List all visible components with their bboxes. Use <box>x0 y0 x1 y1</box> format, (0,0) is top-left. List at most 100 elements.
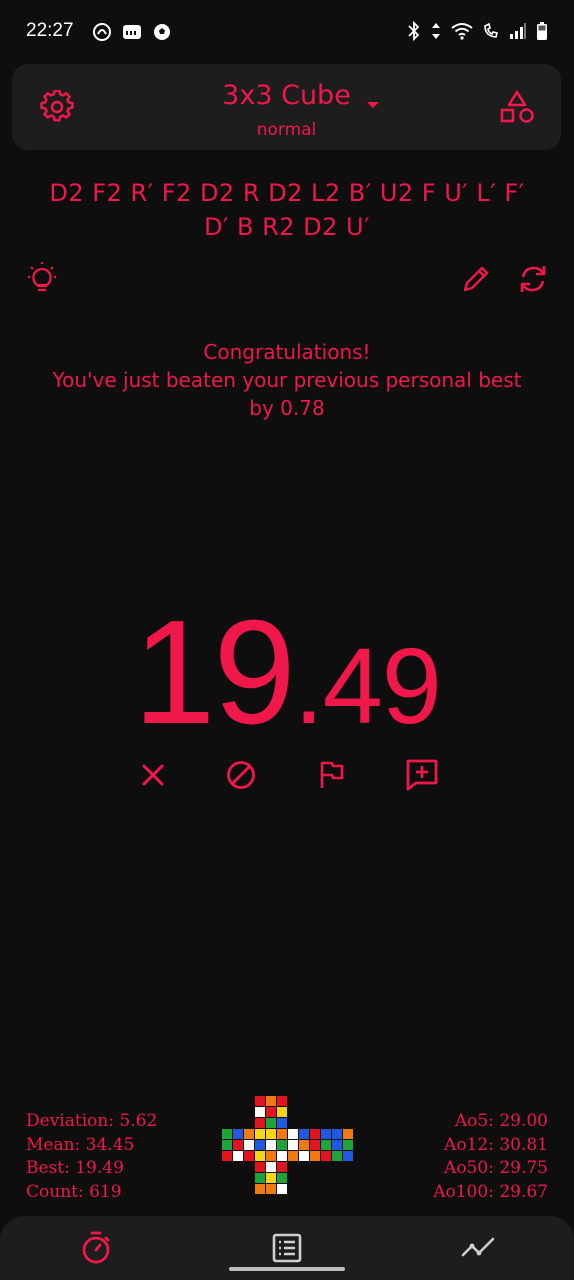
refresh-icon[interactable] <box>515 261 551 297</box>
cube-sticker-D-5 <box>277 1173 287 1183</box>
scramble-text[interactable]: D2 F2 R′ F2 D2 R D2 L2 B′ U2 F U′ L′ F′ … <box>20 176 554 244</box>
soccer-ball-icon <box>154 24 170 40</box>
cube-sticker-L-4 <box>233 1140 243 1150</box>
gesture-bar <box>229 1267 345 1271</box>
cube-sticker-U-8 <box>277 1118 287 1128</box>
cube-sticker-B-4 <box>332 1140 342 1150</box>
puzzle-category[interactable]: normal <box>12 120 561 140</box>
message-improvement: by 0.78 <box>249 396 325 420</box>
cube-sticker-D-0 <box>255 1162 265 1172</box>
wifi-calling-icon <box>484 22 498 38</box>
stat-mean: Mean: 34.45 <box>26 1134 135 1155</box>
cube-sticker-D-8 <box>277 1184 287 1194</box>
cube-sticker-U-1 <box>266 1096 276 1106</box>
cube-sticker-U-6 <box>255 1118 265 1128</box>
timer-icon[interactable] <box>78 1230 114 1266</box>
puzzle-title[interactable]: 3x3 Cube <box>12 80 561 111</box>
cube-sticker-R-5 <box>310 1140 320 1150</box>
add-comment-icon[interactable] <box>404 757 440 793</box>
cube-sticker-F-1 <box>266 1129 276 1139</box>
cube-sticker-B-6 <box>321 1151 331 1161</box>
scramble-line-2: D′ B R2 D2 U′ <box>203 213 371 241</box>
cube-sticker-L-8 <box>244 1151 254 1161</box>
scramble-cube-preview[interactable] <box>222 1096 354 1194</box>
solve-actions <box>0 756 574 796</box>
timer-display[interactable]: 19.49 <box>0 588 574 758</box>
cube-sticker-R-8 <box>310 1151 320 1161</box>
cube-sticker-D-6 <box>255 1184 265 1194</box>
stat-count: Count: 619 <box>26 1181 122 1202</box>
timer-fraction: .49 <box>293 625 442 746</box>
cube-sticker-F-4 <box>266 1140 276 1150</box>
chart-line-icon[interactable] <box>460 1230 496 1266</box>
status-bar: 22:27 <box>0 0 574 64</box>
shapes-icon[interactable] <box>498 89 536 125</box>
chevron-down-icon[interactable] <box>367 102 379 108</box>
stat-best: Best: 19.49 <box>26 1158 124 1178</box>
dnf-icon[interactable] <box>224 758 258 792</box>
message-title: Congratulations! <box>203 340 371 364</box>
session-stats[interactable]: Deviation: 5.62 Mean: 34.45 Best: 19.49 … <box>26 1110 157 1204</box>
cube-sticker-U-4 <box>266 1107 276 1117</box>
cube-sticker-F-7 <box>266 1151 276 1161</box>
cube-sticker-U-7 <box>266 1118 276 1128</box>
wifi-icon <box>451 23 473 40</box>
flag-icon[interactable] <box>315 758 349 792</box>
pencil-icon[interactable] <box>458 261 494 297</box>
stat-ao100: Ao100: 29.67 <box>433 1181 548 1202</box>
cube-sticker-R-2 <box>310 1129 320 1139</box>
signal-icon <box>510 23 526 39</box>
lightbulb-icon[interactable] <box>24 261 60 297</box>
puzzle-header: 3x3 Cube normal <box>12 64 561 150</box>
cube-sticker-F-0 <box>255 1129 265 1139</box>
cube-sticker-D-2 <box>277 1162 287 1172</box>
timer-seconds: 19 <box>133 590 296 755</box>
cube-sticker-U-2 <box>277 1096 287 1106</box>
stat-deviation: Deviation: 5.62 <box>26 1111 158 1131</box>
cube-sticker-R-0 <box>288 1129 298 1139</box>
cube-sticker-L-0 <box>222 1129 232 1139</box>
list-icon[interactable] <box>269 1230 305 1266</box>
cube-sticker-U-0 <box>255 1096 265 1106</box>
cube-sticker-U-5 <box>277 1107 287 1117</box>
cube-sticker-R-3 <box>288 1140 298 1150</box>
cube-sticker-D-4 <box>266 1173 276 1183</box>
delete-icon[interactable] <box>136 758 170 792</box>
cube-sticker-F-5 <box>277 1140 287 1150</box>
cube-sticker-B-5 <box>343 1140 353 1150</box>
cube-sticker-B-1 <box>332 1129 342 1139</box>
cube-sticker-R-6 <box>288 1151 298 1161</box>
cube-sticker-L-1 <box>233 1129 243 1139</box>
stat-ao5: Ao5: 29.00 <box>454 1111 548 1131</box>
cube-sticker-F-3 <box>255 1140 265 1150</box>
cube-sticker-R-4 <box>299 1140 309 1150</box>
cube-sticker-D-7 <box>266 1184 276 1194</box>
scramble-line-1: D2 F2 R′ F2 D2 R D2 L2 B′ U2 F U′ L′ F′ <box>49 179 525 207</box>
personal-best-message: Congratulations! You've just beaten your… <box>0 338 574 422</box>
message-body: You've just beaten your previous persona… <box>52 368 522 392</box>
cube-sticker-B-0 <box>321 1129 331 1139</box>
stat-ao50: Ao50: 29.75 <box>444 1158 548 1178</box>
cube-sticker-F-6 <box>255 1151 265 1161</box>
cube-sticker-B-7 <box>332 1151 342 1161</box>
cube-sticker-R-1 <box>299 1129 309 1139</box>
data-arrows-icon <box>432 23 440 39</box>
cube-sticker-F-8 <box>277 1151 287 1161</box>
cube-sticker-L-6 <box>222 1151 232 1161</box>
cube-sticker-B-8 <box>343 1151 353 1161</box>
average-stats[interactable]: Ao5: 29.00 Ao12: 30.81 Ao50: 29.75 Ao100… <box>433 1110 548 1204</box>
cube-sticker-B-2 <box>343 1129 353 1139</box>
cube-sticker-F-2 <box>277 1129 287 1139</box>
cube-sticker-D-1 <box>266 1162 276 1172</box>
cube-sticker-B-3 <box>321 1140 331 1150</box>
cube-sticker-L-5 <box>244 1140 254 1150</box>
ifttt-icon <box>123 25 141 39</box>
cube-sticker-U-3 <box>255 1107 265 1117</box>
bluetooth-icon <box>408 21 420 41</box>
notification-app-icon <box>93 23 111 41</box>
battery-icon <box>537 22 547 40</box>
cube-sticker-D-3 <box>255 1173 265 1183</box>
cube-sticker-L-3 <box>222 1140 232 1150</box>
stat-ao12: Ao12: 30.81 <box>444 1134 548 1155</box>
cube-sticker-L-2 <box>244 1129 254 1139</box>
